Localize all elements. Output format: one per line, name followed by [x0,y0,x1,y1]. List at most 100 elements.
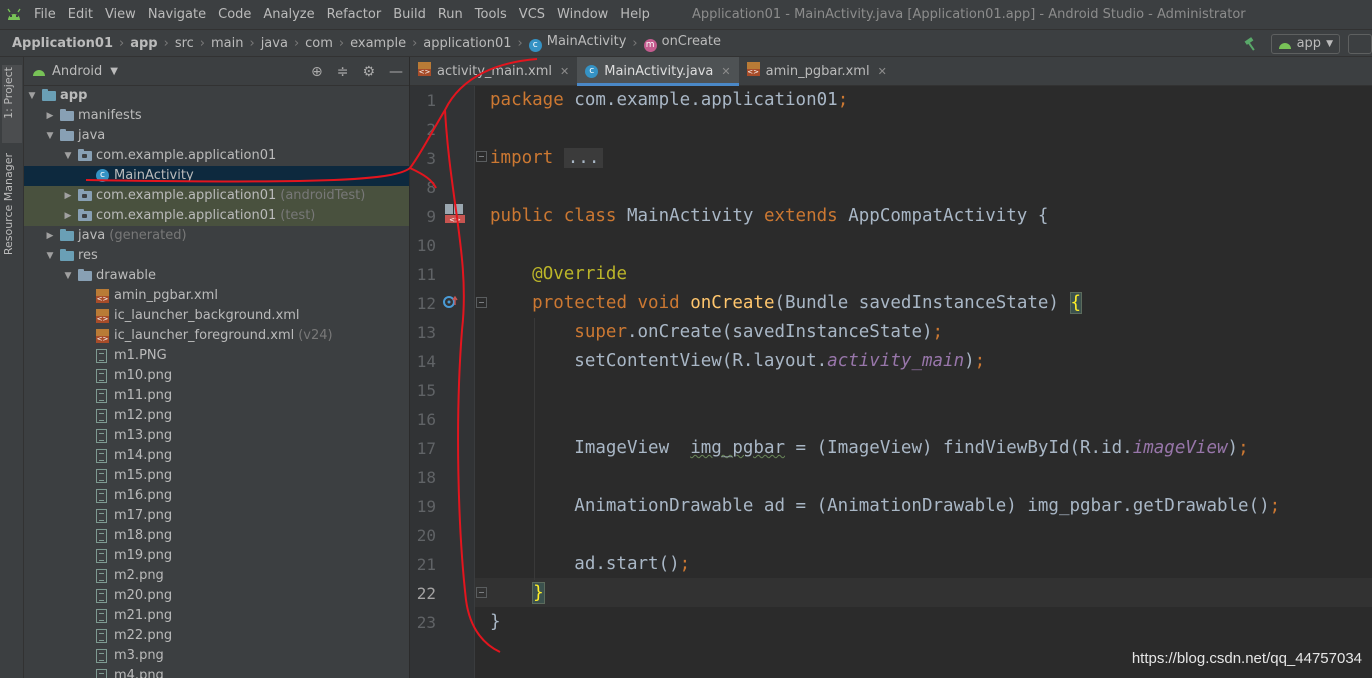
menu-view[interactable]: View [99,0,142,29]
tree-item[interactable]: m20.png [24,586,409,606]
device-selector[interactable] [1348,33,1372,54]
menu-vcs[interactable]: VCS [513,0,551,29]
editor-tab[interactable]: activity_main.xml ✕ [410,57,577,85]
code-line[interactable]: } [490,579,545,608]
tree-item[interactable]: m13.png [24,426,409,446]
menu-navigate[interactable]: Navigate [142,0,212,29]
tree-item[interactable]: m12.png [24,406,409,426]
menu-refactor[interactable]: Refactor [321,0,388,29]
tree-item[interactable]: ▼ res [24,246,409,266]
editor-tab[interactable]: amin_pgbar.xml ✕ [739,57,895,85]
chevron-down-icon[interactable]: ▼ [110,66,118,77]
expand-arrow-icon[interactable]: ▼ [44,126,56,146]
tree-item[interactable]: m14.png [24,446,409,466]
code-line[interactable]: public class MainActivity extends AppCom… [490,202,1048,231]
fold-marker-icon[interactable] [476,587,487,598]
tree-item[interactable]: m4.png [24,666,409,678]
expand-arrow-icon[interactable]: ▼ [62,146,74,166]
code-line[interactable]: ad.start(); [490,550,690,579]
breadcrumb-item[interactable]: application01 [423,36,511,51]
image-file-icon [96,569,110,583]
code-line[interactable]: @Override [490,260,627,289]
menu-help[interactable]: Help [614,0,656,29]
image-file-icon [96,449,110,463]
collapse-icon[interactable]: ≑ [337,64,349,80]
tree-item[interactable]: m15.png [24,466,409,486]
tree-item[interactable]: m17.png [24,506,409,526]
tree-item[interactable]: ▼ java [24,126,409,146]
tree-item[interactable]: c MainActivity [24,166,409,186]
gear-icon[interactable]: ⚙ [362,64,375,80]
tree-item[interactable]: ic_launcher_foreground.xml(v24) [24,326,409,346]
expand-arrow-icon[interactable]: ▼ [62,266,74,286]
menu-file[interactable]: File [28,0,62,29]
tree-item[interactable]: m11.png [24,386,409,406]
tree-item[interactable]: amin_pgbar.xml [24,286,409,306]
tree-item[interactable]: ▼ drawable [24,266,409,286]
tree-item[interactable]: ic_launcher_background.xml [24,306,409,326]
fold-marker-icon[interactable] [476,297,487,308]
code-token: ; [1269,496,1281,516]
tree-item[interactable]: m1.PNG [24,346,409,366]
tree-item[interactable]: m22.png [24,626,409,646]
code-line[interactable]: protected void onCreate(Bundle savedInst… [490,289,1083,318]
override-gutter-icon[interactable] [443,295,459,313]
expand-arrow-icon[interactable]: ▼ [44,246,56,266]
fold-marker-icon[interactable] [476,151,487,162]
breadcrumb-item[interactable]: app [130,36,157,51]
tree-item[interactable]: ▼ com.example.application01 [24,146,409,166]
code-line[interactable]: AnimationDrawable ad = (AnimationDrawabl… [490,492,1280,521]
menu-build[interactable]: Build [387,0,432,29]
menu-edit[interactable]: Edit [62,0,99,29]
tree-item[interactable]: m21.png [24,606,409,626]
code-line[interactable]: import ... [490,144,604,173]
breadcrumb-item[interactable]: src [175,36,194,51]
breadcrumb-item[interactable]: main [211,36,243,51]
tree-item[interactable]: m2.png [24,566,409,586]
tree-item[interactable]: ▶ manifests [24,106,409,126]
collapse-arrow-icon[interactable]: ▶ [62,186,74,206]
collapse-arrow-icon[interactable]: ▶ [62,206,74,226]
collapse-arrow-icon[interactable]: ▶ [44,226,56,246]
tree-item[interactable]: m10.png [24,366,409,386]
menu-tools[interactable]: Tools [469,0,513,29]
breadcrumb-item[interactable]: java [261,36,288,51]
tree-item[interactable]: ▶ java (generated) [24,226,409,246]
expand-arrow-icon[interactable]: ▼ [26,86,38,106]
close-icon[interactable]: ✕ [721,65,730,78]
code-line[interactable]: ImageView img_pgbar = (ImageView) findVi… [490,434,1248,463]
tree-item[interactable]: m19.png [24,546,409,566]
run-config-selector[interactable]: app ▼ [1270,33,1340,54]
hammer-icon[interactable] [1243,36,1259,52]
tree-item[interactable]: ▶ com.example.application01 (test) [24,206,409,226]
breadcrumb-item[interactable]: Application01 [12,36,113,51]
breadcrumb-item[interactable]: com [305,36,333,51]
code-token: = (ImageView) findViewById(R.id. [785,438,1133,458]
code-line[interactable]: setContentView(R.layout.activity_main); [490,347,985,376]
resource-manager-tool-tab[interactable]: Resource Manager [2,153,22,279]
menu-analyze[interactable]: Analyze [257,0,320,29]
close-icon[interactable]: ✕ [560,65,569,78]
tree-item[interactable]: ▶ com.example.application01 (androidTest) [24,186,409,206]
collapse-arrow-icon[interactable]: ▶ [44,106,56,126]
menu-window[interactable]: Window [551,0,614,29]
project-view-selector[interactable]: Android [52,64,102,79]
project-tool-tab[interactable]: 1: Project [2,65,22,143]
menu-code[interactable]: Code [212,0,257,29]
breadcrumb-item[interactable]: m onCreate [643,34,721,52]
target-icon[interactable]: ⊕ [311,64,323,80]
code-line[interactable]: super.onCreate(savedInstanceState); [490,318,943,347]
tree-item[interactable]: ▼ app [24,86,409,106]
minimize-icon[interactable]: — [389,64,403,80]
tree-item[interactable]: m18.png [24,526,409,546]
close-icon[interactable]: ✕ [878,65,887,78]
breadcrumb-item[interactable]: c MainActivity [528,34,626,52]
tree-item[interactable]: m3.png [24,646,409,666]
code-line[interactable]: } [490,608,501,637]
editor-tab[interactable]: c MainActivity.java ✕ [577,57,740,86]
code-line[interactable]: package com.example.application01; [490,86,848,115]
breadcrumb-item[interactable]: example [350,36,406,51]
menu-run[interactable]: Run [432,0,469,29]
layout-xml-gutter-icon[interactable]: <> [444,203,466,229]
tree-item[interactable]: m16.png [24,486,409,506]
